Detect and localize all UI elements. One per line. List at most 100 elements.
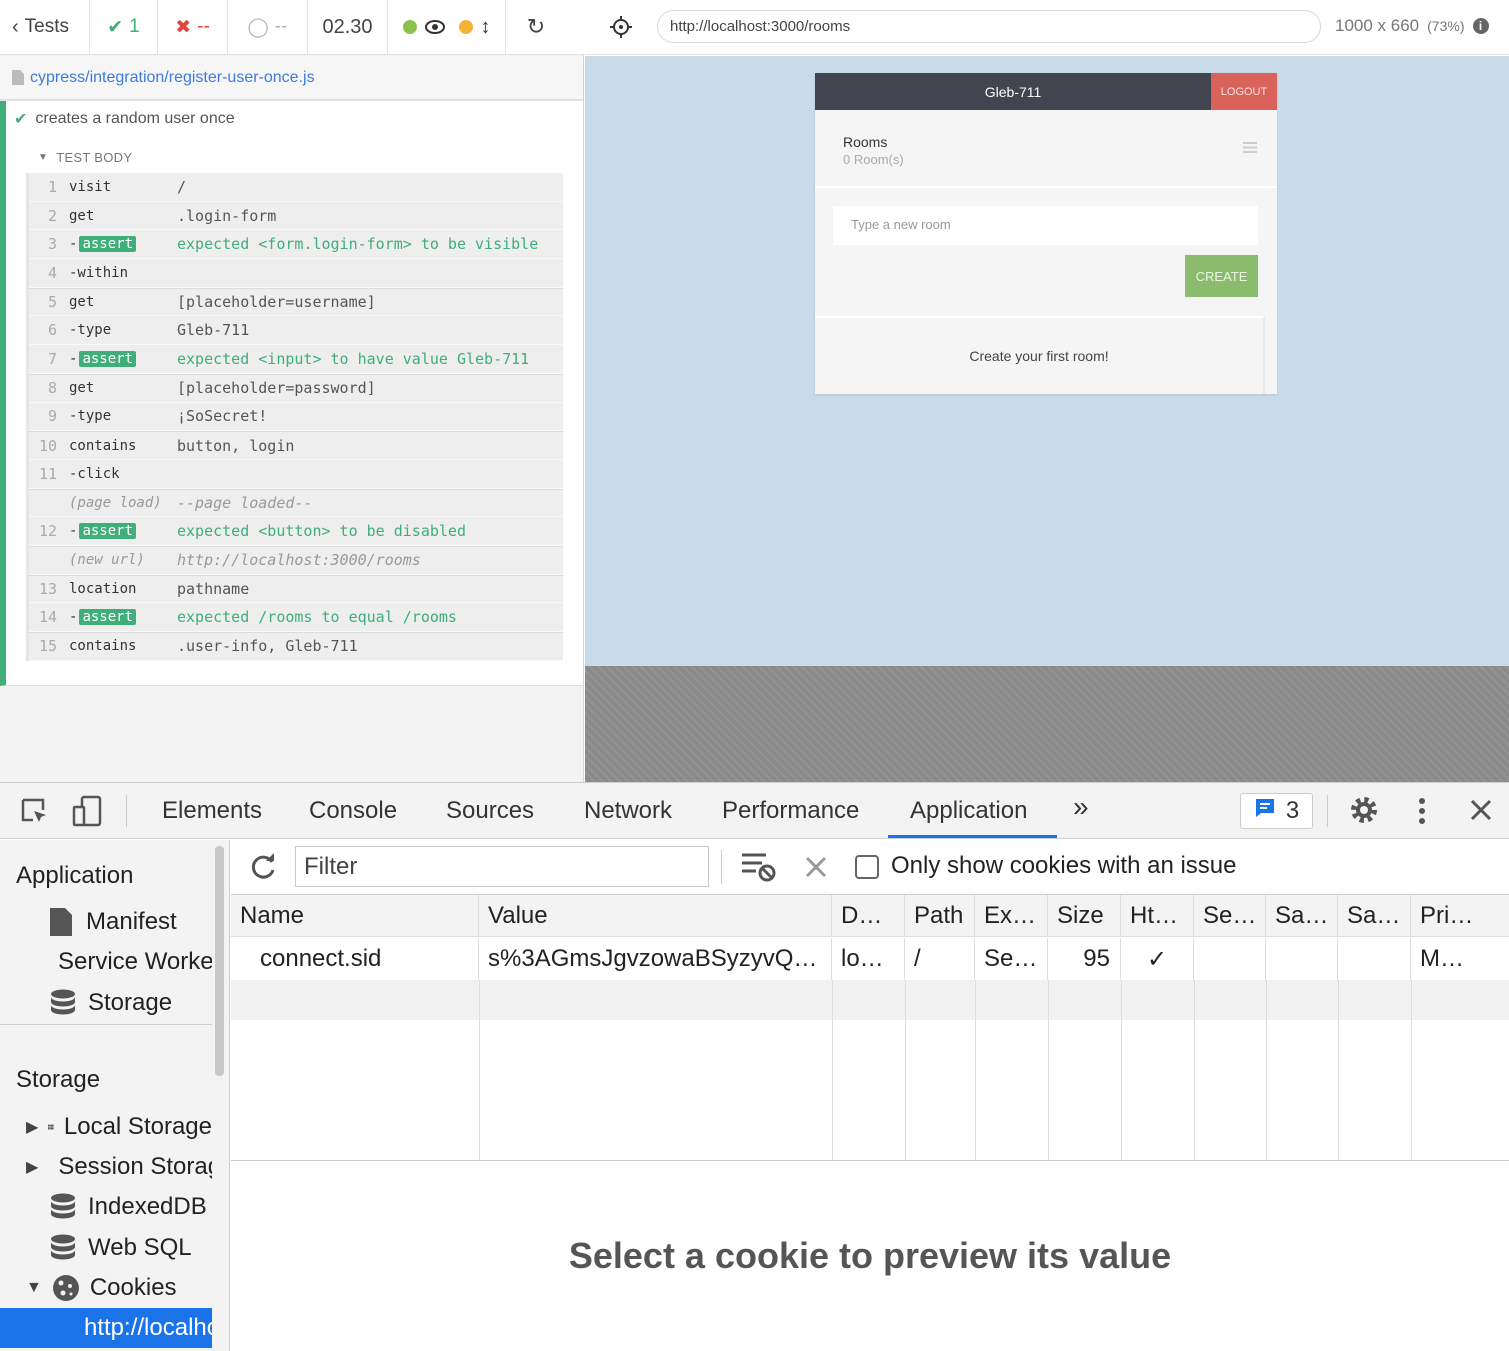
command-row[interactable]: 1 visit / [29,173,563,202]
spec-file-bar[interactable]: cypress/integration/register-user-once.j… [0,56,583,100]
sidebar-item-storage[interactable]: Storage [0,983,212,1023]
logout-button[interactable]: LOGOUT [1211,73,1277,110]
list-icon[interactable] [1243,140,1257,158]
eye-icon[interactable] [424,16,445,38]
tab-divider [1327,795,1328,827]
column-header-expires[interactable]: Ex… [975,895,1048,937]
tab-application[interactable]: Application [910,797,1027,825]
database-icon [51,1193,75,1219]
column-header-path[interactable]: Path [905,895,975,937]
command-row[interactable]: 11 -click [29,459,563,489]
selector-playground-crosshair-icon[interactable] [609,15,633,44]
sidebar-item-indexeddb[interactable]: IndexedDB [0,1187,212,1227]
aut-url-bar[interactable]: http://localhost:3000/rooms [657,10,1321,43]
command-row[interactable]: 9 -type ¡SoSecret! [29,402,563,432]
column-header-domain[interactable]: D… [832,895,905,937]
tab-console[interactable]: Console [309,797,397,825]
column-header-httponly[interactable]: Ht… [1121,895,1194,937]
gear-icon[interactable] [1348,794,1380,831]
only-issues-checkbox[interactable] [855,855,879,879]
assert-badge: assert [79,609,137,626]
kebab-menu-icon[interactable] [1418,797,1426,830]
message-icon [1254,797,1276,826]
inspect-element-icon[interactable] [20,797,50,832]
filter-input[interactable]: Filter [295,846,709,887]
application-sidebar: Application Manifest Service Workers Sto… [0,840,230,1351]
command-row-new-url[interactable]: (new url) http://localhost:3000/rooms [29,545,563,575]
command-row[interactable]: 7- assert expected <input> to have value G… [29,345,563,374]
tab-divider [126,795,127,827]
sidebar-item-cookies[interactable]: ▼ Cookies [0,1268,212,1308]
viewport-size: 1000 x 660 (73%) i [1335,16,1489,36]
new-room-input[interactable]: Type a new room [833,206,1258,245]
rooms-title: Rooms [843,134,888,150]
caret-right-icon[interactable]: ▶ [26,1117,38,1137]
clear-all-icon[interactable] [805,856,827,883]
tab-elements[interactable]: Elements [162,797,262,825]
column-gridline [1411,980,1412,1160]
command-row[interactable]: 8 get [placeholder=password] [29,373,563,403]
refresh-icon[interactable] [249,853,277,886]
cookie-name-cell: connect.sid [231,938,479,980]
close-icon[interactable] [1470,799,1492,826]
file-icon [50,908,72,936]
column-header-value[interactable]: Value [479,895,832,937]
status-indicators: ↕ [388,0,506,54]
command-row[interactable]: 14- assert expected /rooms to equal /rooms [29,603,563,632]
file-icon [12,69,24,87]
command-row[interactable]: 12- assert expected <button> to be disable… [29,517,563,546]
command-row[interactable]: 4 -within [29,259,563,288]
column-header-size[interactable]: Size [1048,895,1121,937]
sidebar-item-session-storage[interactable]: ▶ Session Storage [0,1147,212,1187]
column-header-sameparty[interactable]: Sa… [1338,895,1411,937]
sidebar-item-web-sql[interactable]: Web SQL [0,1228,212,1268]
sidebar-item-manifest[interactable]: Manifest [0,902,212,942]
clear-filtered-icon[interactable] [742,852,776,887]
command-row[interactable]: 13 location pathname [29,574,563,604]
command-row-page-load[interactable]: (page load) --page loaded-- [29,488,563,518]
device-toggle-icon[interactable] [72,795,104,832]
column-header-priority[interactable]: Pri… [1411,895,1509,937]
check-icon: ✔ [14,111,28,128]
spec-path[interactable]: cypress/integration/register-user-once.j… [30,69,315,87]
info-icon[interactable]: i [1472,18,1489,34]
only-issues-label[interactable]: Only show cookies with an issue [891,852,1237,880]
check-icon: ✔ [107,16,124,38]
sidebar-scrollbar[interactable] [215,846,224,1076]
caret-right-icon[interactable]: ▶ [26,1157,38,1177]
command-row[interactable]: 6 -type Gleb-711 [29,316,563,346]
tab-network[interactable]: Network [584,797,672,825]
sidebar-item-local-storage[interactable]: ▶ Local Storage [0,1107,212,1147]
rerun-button[interactable]: ↻ [506,0,566,54]
auto-scroll-dot-icon [458,20,473,34]
scroll-arrows-icon[interactable]: ↕ [481,16,491,39]
tab-performance[interactable]: Performance [722,797,859,825]
cookie-domain-cell: lo… [832,938,905,980]
column-gridline [975,980,976,1160]
command-row[interactable]: 3- assert expected <form.login-form> to be… [29,230,563,260]
test-title[interactable]: ✔ creates a random user once [14,109,235,129]
column-gridline [1121,980,1122,1160]
user-info: Gleb-711 [984,83,1042,100]
viewport-hatch-area [585,666,1509,782]
sidebar-item-cookie-origin[interactable]: http://localhost:3000 [0,1308,212,1348]
command-row[interactable]: 10 contains button, login [29,431,563,460]
more-tabs-icon[interactable]: » [1073,791,1089,823]
command-row[interactable]: 5 get [placeholder=username] [29,287,563,317]
command-row[interactable]: 15 contains .user-info, Gleb-711 [29,632,563,661]
column-gridline [479,980,480,1160]
devtools-panel: Elements Console Sources Network Perform… [0,782,1509,1351]
command-row[interactable]: 2 get .login-form [29,201,563,231]
column-header-secure[interactable]: Se… [1194,895,1266,937]
issues-button[interactable]: 3 [1240,793,1313,829]
caret-down-icon[interactable]: ▼ [26,1279,42,1297]
column-header-name[interactable]: Name [231,895,479,937]
tab-sources[interactable]: Sources [446,797,534,825]
tests-back-button[interactable]: ‹ Tests [0,0,90,54]
sidebar-heading-application: Application [16,862,134,889]
column-header-samesite[interactable]: Sa… [1266,895,1338,937]
test-body-toggle[interactable]: ▼ TEST BODY [38,150,132,165]
create-room-button[interactable]: CREATE [1185,255,1258,297]
column-gridline [1194,980,1195,1160]
sidebar-item-service-workers[interactable]: Service Workers [0,942,212,982]
